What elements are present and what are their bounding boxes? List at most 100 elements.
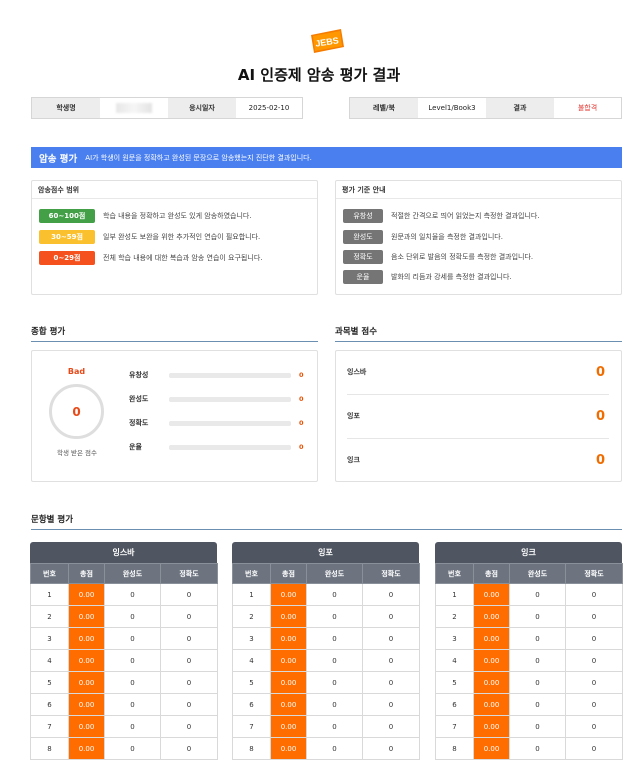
metric-name: 정확도 bbox=[129, 419, 149, 427]
range-chip: 0~29점 bbox=[39, 251, 95, 265]
table-row: 8 0.00 0 0 bbox=[435, 737, 623, 760]
table-cell: 6 bbox=[30, 693, 69, 716]
table-cell: 0 bbox=[104, 627, 161, 650]
table-cell: 2 bbox=[435, 605, 474, 628]
metric-value: 0 bbox=[299, 371, 304, 379]
table-cell: 0.00 bbox=[473, 715, 510, 738]
column-header: 완성도 bbox=[306, 563, 363, 584]
subject-name: 잉포 bbox=[347, 412, 360, 420]
score-range-item: 60~100점 학습 내용을 정확하고 완성도 있게 암송하였습니다. bbox=[39, 209, 252, 223]
criteria-chip: 정확도 bbox=[343, 250, 383, 264]
criteria-desc: 적절한 간격으로 띄어 읽었는지 측정한 결과입니다. bbox=[391, 212, 540, 220]
sentence-table: 잉크 번호 총점 완성도 정확도 1 0.00 0 0 2 0.00 0 0 3 0.00 0 0 4 0.00 0 0… bbox=[435, 542, 623, 760]
score-range-item: 30~59점 일부 완성도 보완을 위한 추가적인 연습이 필요합니다. bbox=[39, 230, 260, 244]
table-cell: 1 bbox=[435, 583, 474, 606]
banner-label: 암송 평가 bbox=[39, 153, 78, 165]
table-cell: 1 bbox=[30, 583, 69, 606]
table-cell: 0 bbox=[306, 605, 363, 628]
sentence-eval-title: 문항별 평가 bbox=[31, 515, 74, 525]
metric-bar bbox=[169, 396, 291, 402]
table-cell: 0.00 bbox=[68, 737, 105, 760]
table-row: 2 0.00 0 0 bbox=[232, 605, 420, 628]
table-cell: 5 bbox=[435, 671, 474, 694]
criteria-chip: 완성도 bbox=[343, 230, 383, 244]
table-cell: 0 bbox=[362, 693, 420, 716]
table-cell: 0 bbox=[509, 715, 566, 738]
table-cell: 0.00 bbox=[68, 649, 105, 672]
table-cell: 0 bbox=[362, 583, 420, 606]
column-header: 총점 bbox=[68, 563, 105, 584]
subject-score: 0 bbox=[595, 364, 605, 380]
student-info-box: 학생명 응시일자 2025-02-10 bbox=[31, 97, 303, 119]
table-row: 5 0.00 0 0 bbox=[435, 671, 623, 694]
column-header: 번호 bbox=[232, 563, 271, 584]
level-label: 레벨/북 bbox=[350, 98, 418, 118]
subject-row: 잉포 0 bbox=[335, 406, 618, 426]
criteria-chip: 운율 bbox=[343, 270, 383, 284]
table-cell: 0.00 bbox=[270, 605, 307, 628]
table-cell: 0 bbox=[306, 627, 363, 650]
score-table: 번호 총점 완성도 정확도 1 0.00 0 0 2 0.00 0 0 3 0.00 0 0 4 0.00 0 0 5 0… bbox=[435, 563, 623, 760]
range-desc: 일부 완성도 보완을 위한 추가적인 연습이 필요합니다. bbox=[103, 233, 261, 241]
total-score: 0 bbox=[72, 404, 81, 419]
subject-row: 잉크 0 bbox=[335, 450, 618, 470]
subject-row: 잉스바 0 bbox=[335, 362, 618, 382]
table-row: 8 0.00 0 0 bbox=[232, 737, 420, 760]
criteria-desc: 음소 단위로 발음의 정확도를 측정한 결과입니다. bbox=[391, 253, 534, 261]
table-cell: 0.00 bbox=[473, 671, 510, 694]
table-cell: 8 bbox=[435, 737, 474, 760]
table-cell: 0 bbox=[160, 671, 218, 694]
column-header: 완성도 bbox=[104, 563, 161, 584]
table-cell: 0 bbox=[306, 715, 363, 738]
table-cell: 0 bbox=[509, 605, 566, 628]
table-cell: 6 bbox=[232, 693, 271, 716]
criteria-title: 평가 기준 안내 bbox=[336, 181, 621, 199]
table-cell: 0.00 bbox=[473, 737, 510, 760]
table-cell: 0.00 bbox=[68, 605, 105, 628]
table-cell: 0.00 bbox=[473, 649, 510, 672]
table-cell: 0 bbox=[362, 627, 420, 650]
table-cell: 0.00 bbox=[473, 583, 510, 606]
student-name-label: 학생명 bbox=[32, 98, 100, 118]
table-cell: 3 bbox=[232, 627, 271, 650]
table-cell: 0 bbox=[160, 715, 218, 738]
table-cell: 0.00 bbox=[473, 605, 510, 628]
table-cell: 0.00 bbox=[68, 583, 105, 606]
student-name-value bbox=[100, 98, 168, 118]
table-cell: 6 bbox=[435, 693, 474, 716]
table-cell: 0 bbox=[362, 671, 420, 694]
table-cell: 0 bbox=[160, 737, 218, 760]
score-table: 번호 총점 완성도 정확도 1 0.00 0 0 2 0.00 0 0 3 0.00 0 0 4 0.00 0 0 5 0… bbox=[232, 563, 420, 760]
criteria-desc: 원문과의 일치율을 측정한 결과입니다. bbox=[391, 233, 503, 241]
table-row: 1 0.00 0 0 bbox=[435, 583, 623, 606]
column-header: 총점 bbox=[270, 563, 307, 584]
table-cell: 0 bbox=[306, 671, 363, 694]
metric-bar bbox=[169, 444, 291, 450]
column-header: 정확도 bbox=[160, 563, 218, 584]
range-chip: 30~59점 bbox=[39, 230, 95, 244]
table-title: 잉크 bbox=[435, 542, 622, 563]
table-row: 2 0.00 0 0 bbox=[435, 605, 623, 628]
table-cell: 0 bbox=[509, 583, 566, 606]
score-table: 번호 총점 완성도 정확도 1 0.00 0 0 2 0.00 0 0 3 0.00 0 0 4 0.00 0 0 5 0… bbox=[30, 563, 218, 760]
test-date-value: 2025-02-10 bbox=[248, 104, 290, 112]
sentence-table: 잉스바 번호 총점 완성도 정확도 1 0.00 0 0 2 0.00 0 0 3 0.00 0 0 4 0.00 0… bbox=[30, 542, 218, 760]
criteria-item: 완성도 원문과의 일치율을 측정한 결과입니다. bbox=[343, 230, 503, 244]
table-cell: 5 bbox=[30, 671, 69, 694]
table-cell: 0 bbox=[362, 737, 420, 760]
table-cell: 0 bbox=[565, 715, 623, 738]
column-header: 번호 bbox=[435, 563, 474, 584]
metric-row: 정확도 0 bbox=[129, 418, 304, 428]
metric-value: 0 bbox=[299, 443, 304, 451]
score-range-item: 0~29점 전체 학습 내용에 대한 복습과 암송 연습이 요구됩니다. bbox=[39, 251, 262, 265]
banner-text: AI가 학생이 원문을 정확하고 완성된 문장으로 암송했는지 진단한 결과입니… bbox=[85, 153, 312, 162]
table-cell: 0 bbox=[104, 737, 161, 760]
range-desc: 학습 내용을 정확하고 완성도 있게 암송하였습니다. bbox=[103, 212, 252, 220]
table-row: 3 0.00 0 0 bbox=[30, 627, 218, 650]
table-cell: 8 bbox=[30, 737, 69, 760]
table-cell: 2 bbox=[30, 605, 69, 628]
table-cell: 5 bbox=[232, 671, 271, 694]
table-cell: 0 bbox=[565, 627, 623, 650]
table-cell: 1 bbox=[232, 583, 271, 606]
metric-name: 운율 bbox=[129, 443, 142, 451]
